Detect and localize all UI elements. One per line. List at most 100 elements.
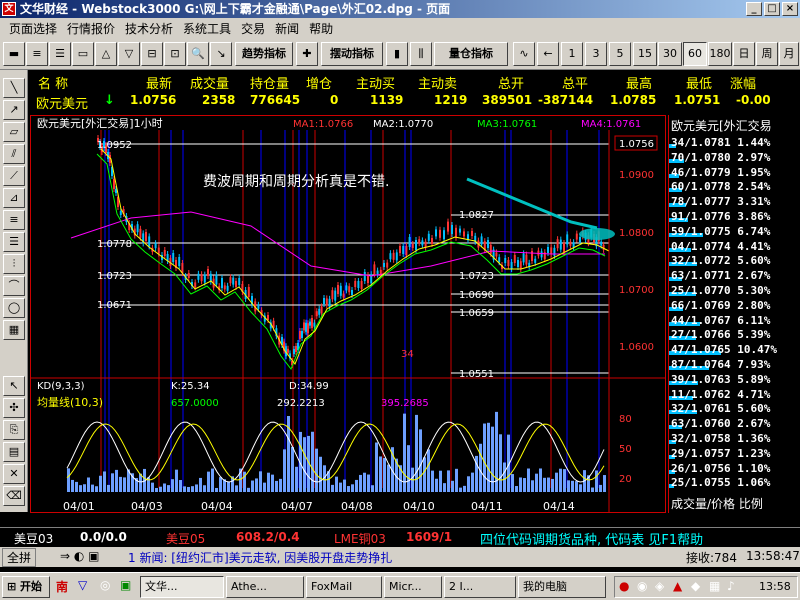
grid-icon[interactable]: ⊟: [141, 42, 163, 66]
bar-icon[interactable]: ▮: [386, 42, 408, 66]
chart-area[interactable]: 欧元美元[外汇交易]1小时 MA1:1.0766 MA2:1.0770 MA3:…: [30, 115, 666, 513]
channel-tool-icon[interactable]: ⫽: [3, 144, 25, 164]
period-15[interactable]: 15: [633, 42, 657, 66]
price-row[interactable]: 25/1.0755 1.06%: [671, 476, 770, 489]
period-month[interactable]: 月: [779, 42, 799, 66]
price-row[interactable]: 26/1.0756 1.10%: [671, 462, 770, 475]
price-row[interactable]: 78/1.0777 3.31%: [671, 195, 770, 208]
period-30[interactable]: 30: [658, 42, 682, 66]
menu-trade[interactable]: 交易: [236, 20, 270, 37]
ticker3-name[interactable]: LME铜03: [334, 530, 386, 547]
arrow-icon[interactable]: ↘: [210, 42, 232, 66]
task-mycomputer[interactable]: 我的电脑: [518, 576, 606, 598]
ticker1-name[interactable]: 美豆03: [14, 530, 53, 547]
price-row[interactable]: 32/1.0772 5.60%: [671, 254, 770, 267]
up-tri-icon[interactable]: △: [95, 42, 117, 66]
period-180[interactable]: 180: [708, 42, 732, 66]
menu-tools[interactable]: 系统工具: [178, 20, 236, 37]
ime-mode[interactable]: 全拼: [2, 548, 37, 567]
menu-help[interactable]: 帮助: [304, 20, 338, 37]
price-row[interactable]: 32/1.0758 1.36%: [671, 432, 770, 445]
lines-icon[interactable]: ≡: [26, 42, 48, 66]
period-60[interactable]: 60: [683, 42, 707, 66]
line-tool-icon[interactable]: ╲: [3, 78, 25, 98]
menu-analysis[interactable]: 技术分析: [120, 20, 178, 37]
price-row[interactable]: 91/1.0776 3.86%: [671, 210, 770, 223]
wave-icon[interactable]: ∿: [513, 42, 535, 66]
gann-tool-icon[interactable]: ⊿: [3, 188, 25, 208]
minus-icon[interactable]: ▬: [3, 42, 25, 66]
move-icon[interactable]: ✣: [3, 398, 25, 418]
quicklaunch-icon-2[interactable]: ▽: [78, 578, 87, 592]
menu-quotes[interactable]: 行情报价: [62, 20, 120, 37]
tray-icon-2[interactable]: ◉: [637, 579, 647, 593]
copy-icon[interactable]: ⎘: [3, 420, 25, 440]
arc-tool-icon[interactable]: ⌒: [3, 276, 25, 296]
tray-icon-4[interactable]: ▲: [673, 579, 682, 593]
grid-tool-icon[interactable]: ▦: [3, 320, 25, 340]
ticker2-name[interactable]: 美豆05: [166, 530, 205, 547]
period-1[interactable]: 1: [561, 42, 583, 66]
quicklaunch-icon-4[interactable]: ▣: [120, 578, 131, 592]
news-ticker[interactable]: 1 新闻: [纽约汇市]美元走软, 因美股开盘走势挣扎: [128, 549, 392, 566]
price-distribution-panel[interactable]: 欧元美元[外汇交易 34/1.0781 1.44% 70/1.0780 2.97%…: [668, 115, 800, 513]
rect-tool-icon[interactable]: ▱: [3, 122, 25, 142]
maximize-button[interactable]: □: [764, 2, 780, 16]
paste-icon[interactable]: ▤: [3, 442, 25, 462]
price-row[interactable]: 29/1.0757 1.23%: [671, 447, 770, 460]
tray-icon-3[interactable]: ◈: [655, 579, 664, 593]
quicklaunch-icon-3[interactable]: ◎: [100, 578, 110, 592]
quicklaunch-icon-1[interactable]: 南: [56, 578, 68, 595]
bars2-icon[interactable]: ⫼: [410, 42, 432, 66]
price-row[interactable]: 60/1.0778 2.54%: [671, 180, 770, 193]
speaker-icon[interactable]: ♪: [727, 579, 735, 593]
price-row[interactable]: 44/1.0767 6.11%: [671, 314, 770, 327]
price-row[interactable]: 25/1.0770 5.30%: [671, 284, 770, 297]
price-row[interactable]: 39/1.0763 5.89%: [671, 373, 770, 386]
circle-tool-icon[interactable]: ◯: [3, 298, 25, 318]
price-row[interactable]: 32/1.0761 5.60%: [671, 402, 770, 415]
tray-icon-6[interactable]: ▦: [709, 579, 720, 593]
volume-indicator-button[interactable]: 量仓指标: [434, 42, 508, 66]
price-row[interactable]: 63/1.0771 2.67%: [671, 269, 770, 282]
price-row[interactable]: 87/1.0764 7.93%: [671, 358, 770, 371]
swing-indicator-button[interactable]: 摆动指标: [321, 42, 383, 66]
tray-icon-5[interactable]: ◆: [691, 579, 700, 593]
quote-row[interactable]: 欧元美元 ↓ 1.0756 2358 776645 0 1139 1219 38…: [30, 93, 800, 112]
candle-icon[interactable]: ▭: [72, 42, 94, 66]
cycle-tool-icon[interactable]: ⫶: [3, 254, 25, 274]
delete-icon[interactable]: ✕: [3, 464, 25, 484]
down-tri-icon[interactable]: ▽: [118, 42, 140, 66]
cursor-icon[interactable]: ↖: [3, 376, 25, 396]
price-row[interactable]: 63/1.0760 2.67%: [671, 417, 770, 430]
menu-news[interactable]: 新闻: [270, 20, 304, 37]
trend-indicator-button[interactable]: 趋势指标: [235, 42, 293, 66]
erase-icon[interactable]: ⌫: [3, 486, 25, 506]
task-wenhua[interactable]: 文华...: [140, 576, 224, 598]
cross-icon[interactable]: ✚: [296, 42, 318, 66]
left-arrow-icon[interactable]: ←: [537, 42, 559, 66]
price-row[interactable]: 70/1.0780 2.97%: [671, 151, 770, 164]
fan-tool-icon[interactable]: ⟋: [3, 166, 25, 186]
price-row[interactable]: 66/1.0769 2.80%: [671, 299, 770, 312]
task-athe[interactable]: Athe...: [226, 576, 304, 598]
price-row[interactable]: 46/1.0779 1.95%: [671, 166, 770, 179]
tray-icon-1[interactable]: ●: [619, 579, 629, 593]
period-day[interactable]: 日: [733, 42, 755, 66]
price-row[interactable]: 47/1.0765 10.47%: [671, 343, 777, 356]
price-row[interactable]: 11/1.0762 4.71%: [671, 388, 770, 401]
price-row[interactable]: 34/1.0781 1.44%: [671, 136, 770, 149]
hline-tool-icon[interactable]: ≡: [3, 210, 25, 230]
price-row[interactable]: 04/1.0774 4.41%: [671, 240, 770, 253]
zoom-icon[interactable]: 🔍: [187, 42, 209, 66]
period-week[interactable]: 周: [756, 42, 778, 66]
menu-page-select[interactable]: 页面选择: [4, 20, 62, 37]
box-icon[interactable]: ⊡: [164, 42, 186, 66]
ray-tool-icon[interactable]: ↗: [3, 100, 25, 120]
start-button[interactable]: ⊞ 开始: [2, 576, 50, 598]
minimize-button[interactable]: _: [746, 2, 762, 16]
task-foxmail[interactable]: FoxMail: [306, 576, 382, 598]
fib-tool-icon[interactable]: ☰: [3, 232, 25, 252]
price-row[interactable]: 27/1.0766 5.39%: [671, 328, 770, 341]
close-button[interactable]: ×: [782, 2, 798, 16]
